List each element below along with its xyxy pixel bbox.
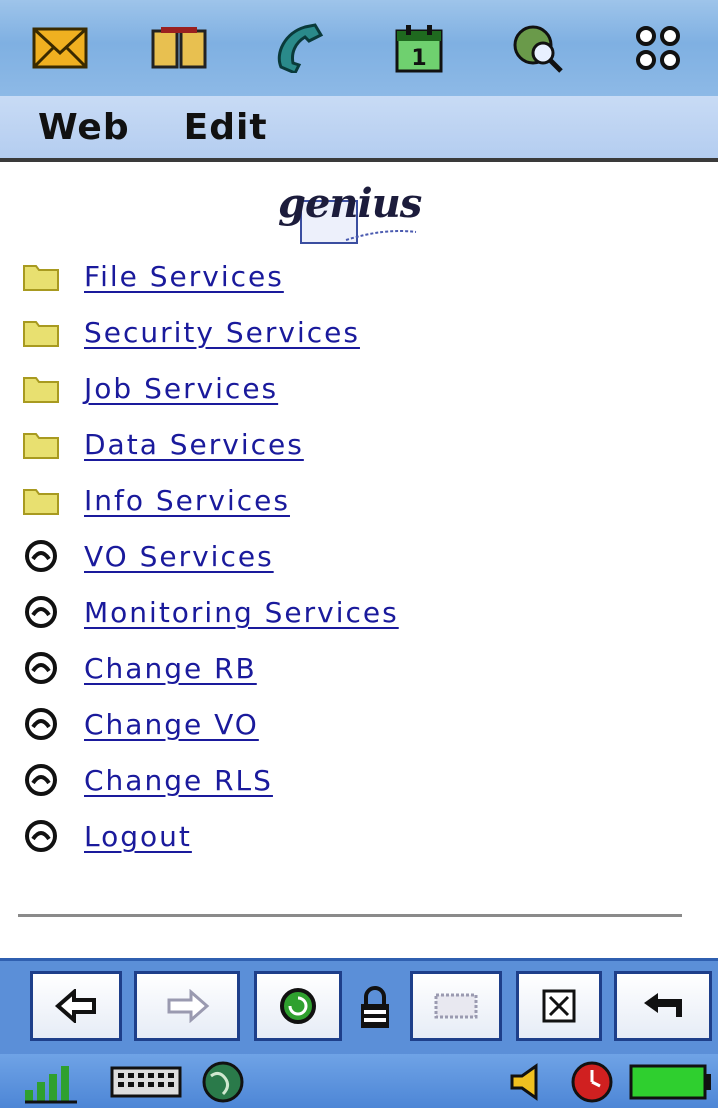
svg-text:1: 1	[411, 46, 426, 71]
back-button[interactable]	[30, 971, 122, 1041]
speaker-icon[interactable]	[506, 1060, 546, 1104]
link-change-vo[interactable]: Change VO	[84, 708, 259, 741]
link-file-services[interactable]: File Services	[84, 260, 284, 293]
keyboard-icon[interactable]	[108, 1060, 184, 1104]
stop-button[interactable]	[410, 971, 502, 1041]
phone-icon[interactable]	[269, 18, 329, 78]
alarm-icon[interactable]	[568, 1060, 616, 1104]
menu-web[interactable]: Web	[38, 107, 130, 148]
link-bullet-icon	[22, 539, 60, 573]
forward-arrow-icon	[167, 989, 210, 1023]
battery-icon	[628, 1060, 714, 1104]
link-security-services[interactable]: Security Services	[84, 316, 360, 349]
globe-icon[interactable]	[198, 1060, 248, 1104]
folder-icon	[22, 259, 60, 293]
status-bar	[0, 1054, 718, 1108]
return-button[interactable]	[614, 971, 712, 1041]
stop-icon	[434, 993, 478, 1019]
mail-icon[interactable]	[30, 18, 90, 78]
genius-logo: genius	[274, 172, 424, 244]
folder-icon	[22, 371, 60, 405]
folder-icon	[22, 483, 60, 517]
lock-icon	[355, 975, 395, 1041]
link-logout[interactable]: Logout	[84, 820, 192, 853]
list-item: Security Services	[0, 304, 718, 360]
link-bullet-icon	[22, 707, 60, 741]
logo-text: genius	[278, 180, 422, 227]
book-icon[interactable]	[149, 18, 209, 78]
list-item: VO Services	[0, 528, 718, 584]
folder-icon	[22, 315, 60, 349]
menu-edit[interactable]: Edit	[184, 107, 268, 148]
list-item: Data Services	[0, 416, 718, 472]
browser-toolbar	[0, 958, 718, 1057]
forward-button[interactable]	[134, 971, 240, 1041]
list-item: Job Services	[0, 360, 718, 416]
link-change-rb[interactable]: Change RB	[84, 652, 257, 685]
globe-search-icon[interactable]	[508, 18, 568, 78]
app-launcher-bar: 1	[0, 0, 718, 96]
return-icon	[644, 993, 682, 1017]
service-link-list: File Services Security Services Job Serv…	[0, 248, 718, 864]
link-bullet-icon	[22, 819, 60, 853]
list-item: Monitoring Services	[0, 584, 718, 640]
link-bullet-icon	[22, 763, 60, 797]
menu-bar: Web Edit	[0, 96, 718, 162]
link-change-rls[interactable]: Change RLS	[84, 764, 273, 797]
apps-grid-icon[interactable]	[628, 18, 688, 78]
signal-icon	[22, 1060, 80, 1104]
divider	[18, 914, 682, 917]
list-item: Change RLS	[0, 752, 718, 808]
close-icon	[542, 989, 576, 1023]
list-item: Change RB	[0, 640, 718, 696]
link-job-services[interactable]: Job Services	[84, 372, 278, 405]
calendar-icon[interactable]: 1	[389, 18, 449, 78]
close-button[interactable]	[516, 971, 602, 1041]
folder-icon	[22, 427, 60, 461]
list-item: File Services	[0, 248, 718, 304]
link-data-services[interactable]: Data Services	[84, 428, 304, 461]
link-bullet-icon	[22, 595, 60, 629]
link-bullet-icon	[22, 651, 60, 685]
link-vo-services[interactable]: VO Services	[84, 540, 274, 573]
logo-swoosh-icon	[345, 230, 417, 241]
list-item: Change VO	[0, 696, 718, 752]
list-item: Info Services	[0, 472, 718, 528]
link-monitoring-services[interactable]: Monitoring Services	[84, 596, 399, 629]
reload-icon	[280, 988, 316, 1024]
link-info-services[interactable]: Info Services	[84, 484, 290, 517]
back-arrow-icon	[54, 989, 96, 1023]
list-item: Logout	[0, 808, 718, 864]
reload-button[interactable]	[254, 971, 342, 1041]
